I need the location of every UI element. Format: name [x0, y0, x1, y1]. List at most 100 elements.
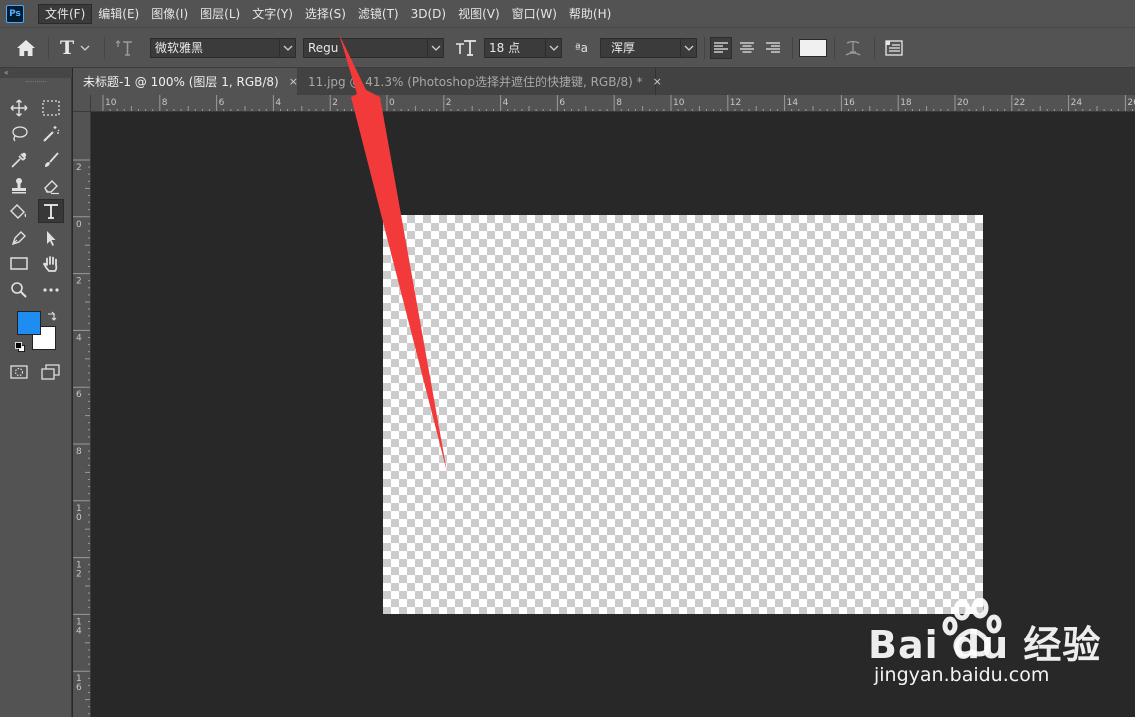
tool-preset-picker[interactable]: T: [60, 28, 90, 68]
screen-mode-icon: [41, 364, 60, 380]
ruler-label: 0: [389, 98, 395, 108]
antialias-value: 浑厚: [611, 41, 636, 55]
ruler-label: 2: [76, 570, 82, 580]
hand-tool[interactable]: [38, 252, 64, 276]
chevron-down-icon: [427, 39, 443, 57]
warp-text-button[interactable]: [844, 28, 862, 68]
type-tool-icon: [44, 204, 58, 219]
clone-stamp-tool[interactable]: [6, 174, 32, 198]
menu-3d[interactable]: 3D(D): [405, 4, 452, 24]
panel-grip: [26, 81, 46, 83]
close-icon[interactable]: ×: [289, 75, 298, 88]
options-bar: T 微软雅黑 Regu 18 点 ªa 浑厚: [0, 27, 1135, 68]
more-icon: [43, 288, 59, 292]
align-center-button[interactable]: [736, 37, 758, 59]
warp-text-icon: [845, 40, 861, 56]
paint-bucket-tool[interactable]: [6, 200, 32, 224]
path-selection-tool[interactable]: [38, 226, 64, 250]
chevron-down-icon: [680, 39, 696, 57]
ruler-label: 0: [76, 220, 82, 230]
magic-wand-icon: [43, 126, 60, 142]
home-button[interactable]: [16, 28, 36, 68]
menu-help[interactable]: 帮助(H): [563, 4, 617, 24]
align-right-button[interactable]: [762, 37, 784, 59]
ruler-label: 0: [76, 513, 82, 523]
watermark-url: jingyan.baidu.com: [874, 664, 1050, 686]
move-tool[interactable]: [6, 96, 32, 120]
brush-tool[interactable]: [38, 148, 64, 172]
type-tool[interactable]: [38, 199, 64, 223]
align-left-button[interactable]: [710, 37, 732, 59]
separator: [874, 37, 875, 59]
align-center-icon: [740, 42, 754, 53]
lasso-icon: [12, 126, 28, 142]
character-panel-button[interactable]: [885, 28, 903, 68]
magic-wand-tool[interactable]: [38, 122, 64, 146]
photoshop-logo-icon[interactable]: Ps: [6, 4, 24, 23]
eyedropper-icon: [11, 152, 27, 168]
tab-11-jpg[interactable]: 11.jpg @ 41.3% (Photoshop选择并遮住的快捷键, RGB/…: [298, 68, 662, 95]
font-family-select[interactable]: 微软雅黑: [150, 38, 296, 58]
ruler-label: 4: [275, 98, 281, 108]
edit-toolbar-button[interactable]: [38, 278, 64, 302]
menu-image[interactable]: 图像(I): [145, 4, 194, 24]
ruler-label: 8: [616, 98, 622, 108]
tab-label: 未标题-1 @ 100% (图层 1, RGB/8): [83, 75, 279, 89]
font-style-value: Regu: [308, 41, 339, 55]
align-right-icon: [766, 42, 780, 53]
eyedropper-tool[interactable]: [6, 148, 32, 172]
ruler-label: 2: [332, 98, 338, 108]
quick-mask-button[interactable]: [6, 360, 32, 384]
close-icon[interactable]: ×: [653, 75, 662, 88]
ruler-label: 26: [1127, 98, 1135, 108]
quick-mask-icon: [10, 365, 28, 379]
separator: [48, 37, 49, 59]
watermark-brand: Bai du 经验: [868, 623, 1102, 667]
collapse-icon[interactable]: «: [0, 68, 72, 78]
menu-view[interactable]: 视图(V): [452, 4, 506, 24]
ruler-label: 2: [76, 163, 82, 173]
marquee-tool[interactable]: [38, 96, 64, 120]
antialias-select[interactable]: 浑厚: [600, 38, 697, 58]
tab-untitled-1[interactable]: 未标题-1 @ 100% (图层 1, RGB/8) ×: [73, 68, 298, 95]
ruler-origin[interactable]: [73, 95, 91, 112]
font-style-select[interactable]: Regu: [303, 38, 444, 58]
text-orientation-icon: [115, 40, 132, 56]
arrow-cursor-icon: [47, 231, 56, 246]
separator: [704, 37, 705, 59]
font-family-value: 微软雅黑: [155, 41, 204, 55]
menu-layer[interactable]: 图层(L): [194, 4, 246, 24]
transparent-canvas[interactable]: [383, 215, 983, 614]
hand-icon: [42, 256, 58, 272]
toggle-text-orientation-button[interactable]: [115, 28, 135, 68]
menu-edit[interactable]: 编辑(E): [92, 4, 145, 24]
ruler-label: 4: [76, 333, 82, 343]
tab-label: 11.jpg @ 41.3% (Photoshop选择并遮住的快捷键, RGB/…: [308, 75, 643, 89]
ruler-label: 2: [446, 98, 452, 108]
screen-mode-button[interactable]: [38, 360, 64, 384]
menu-type[interactable]: 文字(Y): [246, 4, 299, 24]
font-size-select[interactable]: 18 点: [484, 38, 562, 58]
vertical-ruler[interactable]: 20246810121416: [73, 112, 91, 717]
pen-tool[interactable]: [6, 226, 32, 250]
lasso-tool[interactable]: [6, 122, 32, 146]
chevron-down-icon: [80, 45, 90, 51]
brush-icon: [45, 152, 59, 167]
antialias-icon: ªa: [575, 41, 589, 55]
ruler-label: 6: [76, 683, 82, 693]
rectangle-tool[interactable]: [6, 252, 32, 276]
menu-select[interactable]: 选择(S): [299, 4, 352, 24]
zoom-tool[interactable]: [6, 278, 32, 302]
ruler-label: 12: [730, 98, 741, 108]
foreground-color-swatch[interactable]: [17, 311, 41, 335]
ruler-label: 14: [787, 98, 799, 108]
eraser-tool[interactable]: [38, 174, 64, 198]
menu-filter[interactable]: 滤镜(T): [352, 4, 405, 24]
ruler-label: 8: [162, 98, 168, 108]
text-color-swatch[interactable]: [799, 39, 827, 57]
menu-window[interactable]: 窗口(W): [506, 4, 563, 24]
default-colors-icon[interactable]: [15, 342, 26, 356]
swap-colors-icon[interactable]: [47, 310, 57, 324]
horizontal-ruler[interactable]: 10864202468101214161820222426: [91, 95, 1135, 112]
menu-file[interactable]: 文件(F): [38, 3, 93, 24]
